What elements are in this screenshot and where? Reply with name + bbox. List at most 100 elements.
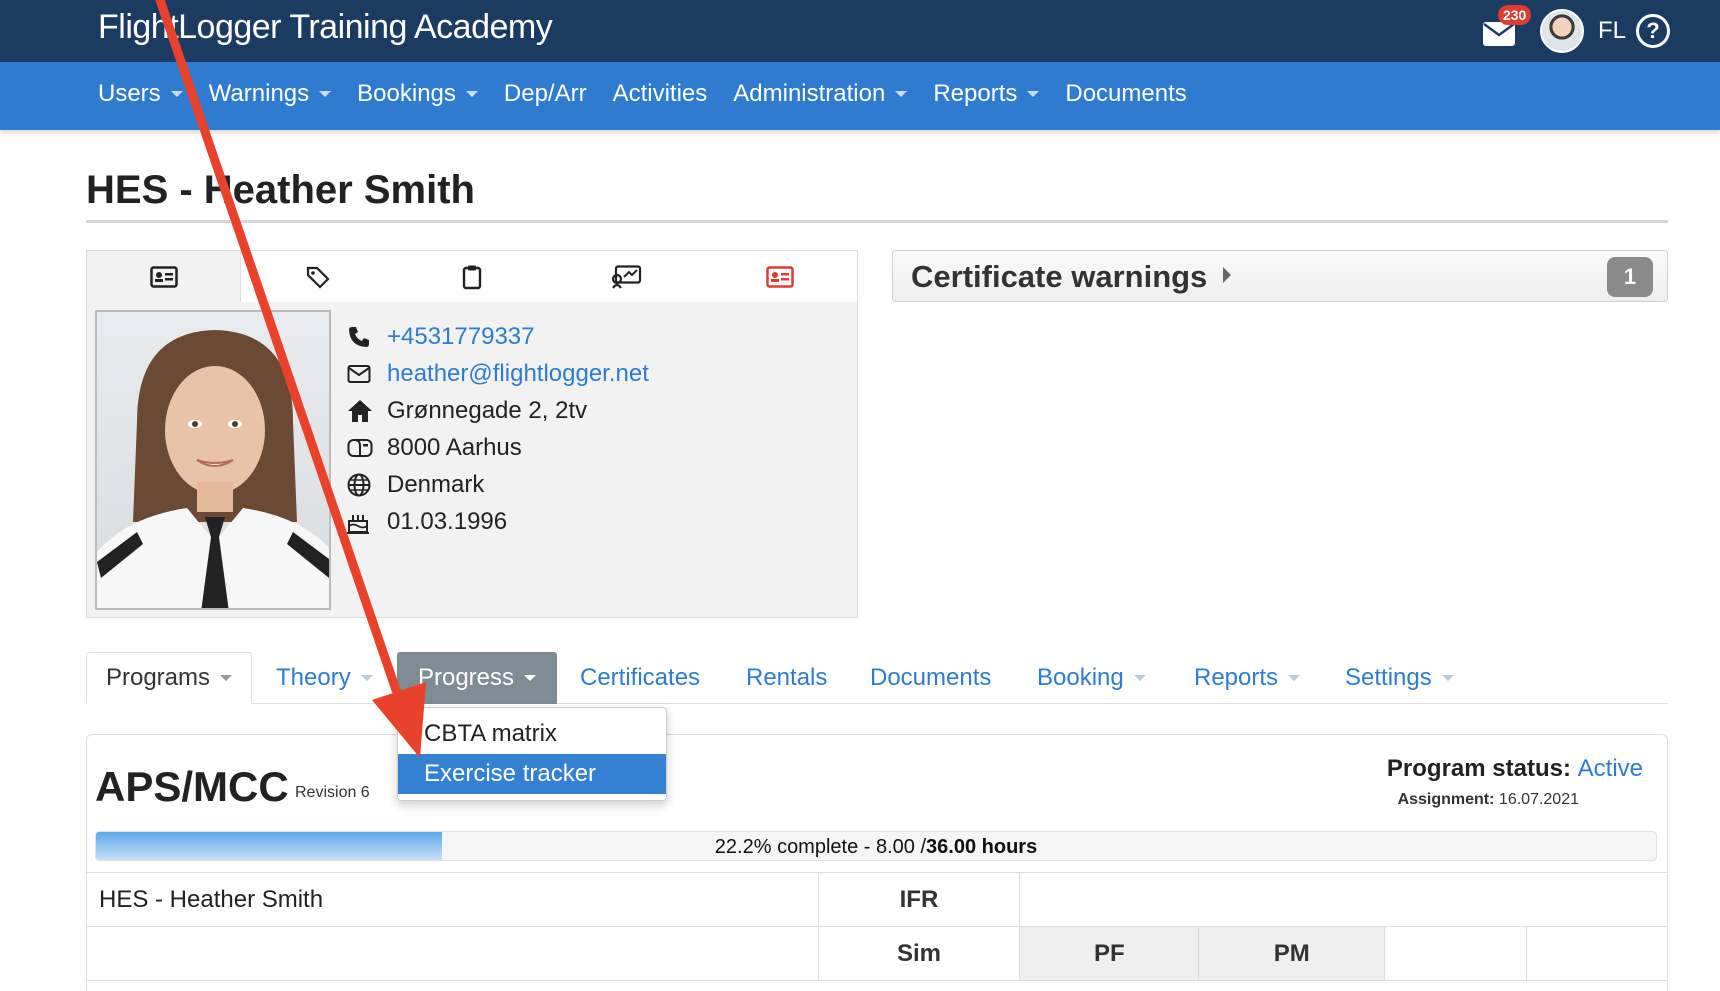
menu-item-cbta-matrix[interactable]: CBTA matrix [398,714,666,754]
nav-item-activities[interactable]: Activities [613,80,708,108]
program-status-value[interactable]: Active [1578,755,1643,782]
chevron-down-icon [524,675,537,681]
chevron-down-icon [170,91,183,97]
caret-right-icon [1223,267,1231,283]
chevron-down-icon [360,675,373,681]
tab-certificates-label: Certificates [580,664,701,691]
birthdate-text: 01.03.1996 [387,507,508,535]
program-revision: Revision 6 [295,784,370,801]
menu-item-exercise-tracker[interactable]: Exercise tracker [398,754,666,794]
chevron-down-icon [1133,675,1146,681]
tab-tags[interactable] [241,251,395,303]
chevron-down-icon [895,91,908,97]
tab-rentals[interactable]: Rentals [746,652,827,704]
main-nav: Users Warnings Bookings Dep/Arr Activities Ad… [0,62,1720,130]
contact-address-row: Grønnegade 2, 2tv [347,392,649,429]
program-assignment: Assignment: 16.07.2021 [1398,791,1579,809]
nav-item-users[interactable]: Users [98,80,183,108]
tab-reports[interactable]: Reports [1194,652,1301,704]
chevron-down-icon [465,91,478,97]
program-progress-bar: 22.2% complete - 8.00 / 36.00 hours [95,831,1657,861]
progress-total-hours: 36.00 hours [926,835,1038,858]
mail-count-badge: 230 [1497,5,1532,25]
email-link[interactable]: heather@flightlogger.net [387,360,649,388]
tab-booking[interactable]: Booking [1037,652,1146,704]
nav-item-label: Reports [933,80,1018,107]
tab-theory-label: Theory [276,664,351,691]
tab-theory[interactable]: Theory [276,652,373,704]
certificate-warnings-count: 1 [1607,257,1653,297]
pf-header: PF [1019,926,1200,981]
certificate-warnings-title[interactable]: Certificate warnings [911,259,1207,295]
id-card-icon [149,266,178,288]
tab-licenses[interactable] [703,251,857,303]
birthday-cake-icon [347,514,369,534]
student-name-cell: HES - Heather Smith [86,872,819,927]
pm-header: PM [1198,926,1386,981]
tab-programs[interactable]: Programs [86,652,252,704]
chevron-down-icon [1441,675,1454,681]
tab-progress-label: Progress [417,664,515,691]
nav-item-label: Users [98,80,161,107]
empty-header-cell [1019,872,1668,927]
certificate-warnings-panel[interactable]: Certificate warnings 1 [892,250,1668,302]
home-icon [348,399,372,422]
tab-rentals-label: Rentals [746,664,828,691]
red-id-card-icon [766,265,794,288]
mail-button[interactable]: 230 [1482,5,1532,51]
user-avatar[interactable] [1539,9,1584,53]
tab-reports-label: Reports [1194,664,1279,691]
nav-item-label: Bookings [357,80,456,107]
profile-panel: +4531779337 heather@flightlogger.net Grø… [86,302,858,618]
contact-birthdate-row: 01.03.1996 [347,503,649,540]
top-right-controls: 230 FL ? [1482,5,1670,56]
envelope-outline-icon [347,364,371,383]
nav-item-label: Administration [733,80,886,107]
country-text: Denmark [387,470,485,498]
contact-country-row: Denmark [347,466,649,503]
tab-programs-label: Programs [105,664,211,691]
tab-settings-label: Settings [1345,664,1432,691]
help-icon[interactable]: ? [1636,14,1670,48]
title-divider [86,220,1668,223]
chevron-down-icon [220,675,233,681]
top-bar: FlightLogger Training Academy 230 FL ? [0,0,1720,62]
nav-item-dep-arr[interactable]: Dep/Arr [504,80,587,108]
tab-clipboard[interactable] [395,251,549,303]
tab-progress[interactable]: Progress [397,652,557,704]
table-row: Sim PF PM [86,926,1668,981]
tab-profile-info[interactable] [87,251,241,303]
nav-item-warnings[interactable]: Warnings [208,80,332,108]
mailbox-icon [347,438,373,457]
progress-text: 22.2% complete - 8.00 / 36.00 hours [96,832,1656,860]
ifr-header: IFR [817,872,1021,927]
phone-link[interactable]: +4531779337 [387,323,535,351]
tab-certificates[interactable] [549,251,703,303]
user-initials[interactable]: FL [1598,17,1626,45]
tag-icon [306,266,330,289]
chevron-down-icon [319,91,332,97]
empty-cell [1384,926,1528,981]
address-text: Grønnegade 2, 2tv [387,396,588,424]
assignment-date: 16.07.2021 [1498,791,1579,808]
nav-item-label: Dep/Arr [503,80,587,107]
nav-item-label: Warnings [208,80,310,107]
contact-phone-row: +4531779337 [347,318,649,355]
tab-settings[interactable]: Settings [1345,652,1454,704]
nav-item-bookings[interactable]: Bookings [357,80,478,108]
clipboard-icon [462,265,482,289]
progress-table: HES - Heather Smith IFR Sim PF PM [86,872,1668,981]
nav-item-documents[interactable]: Documents [1065,80,1186,108]
empty-cell [86,926,819,981]
profile-tabs [86,250,858,303]
table-row: HES - Heather Smith IFR [86,872,1668,927]
nav-item-label: Documents [1065,80,1187,107]
nav-item-administration[interactable]: Administration [733,80,908,108]
brand-title[interactable]: FlightLogger Training Academy [98,8,553,47]
program-status: Program status: Active [1387,755,1643,783]
tab-documents-label: Documents [870,664,992,691]
progress-dropdown-menu: CBTA matrix Exercise tracker [397,707,667,801]
tab-documents[interactable]: Documents [870,652,991,704]
tab-certificates[interactable]: Certificates [580,652,700,704]
nav-item-reports[interactable]: Reports [933,80,1040,108]
